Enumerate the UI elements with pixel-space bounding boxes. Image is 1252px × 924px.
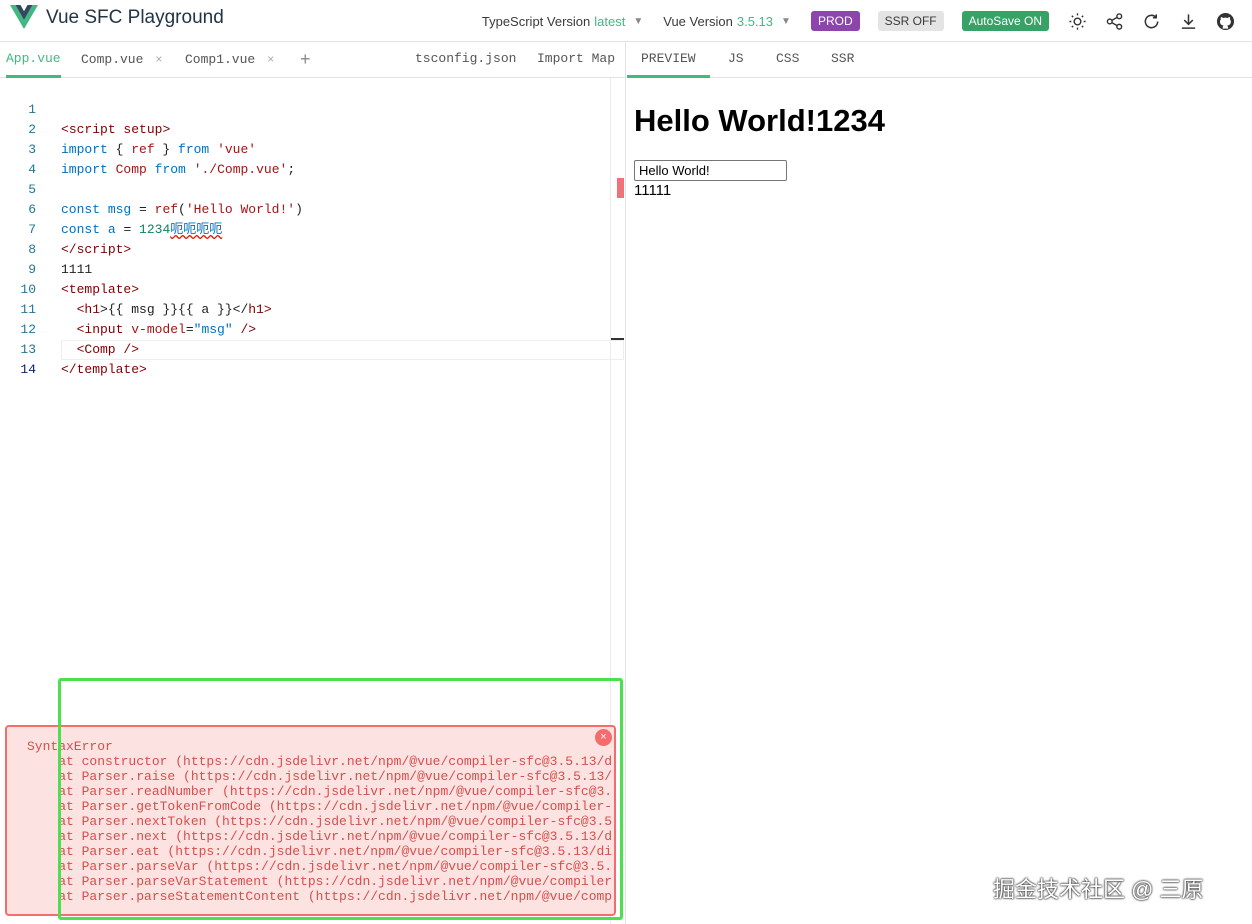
tab-import-map[interactable]: Import Map	[537, 42, 615, 78]
vue-version-value: 3.5.13	[736, 13, 774, 29]
tab-ssr[interactable]: SSR	[831, 42, 854, 78]
code-line: 1 <script setup>	[0, 80, 620, 137]
tab-preview[interactable]: PREVIEW	[627, 42, 710, 78]
preview-heading: Hello World!1234	[634, 103, 885, 138]
top-header: Vue SFC Playground TypeScript Version la…	[0, 0, 1252, 42]
vue-logo-icon	[10, 5, 38, 29]
tab-label: Comp.vue	[81, 52, 144, 67]
chevron-down-icon: ▼	[781, 15, 791, 27]
code-line: 13 </template>	[0, 320, 620, 377]
vue-version-label: Vue Version	[663, 13, 733, 29]
tab-css[interactable]: CSS	[776, 42, 799, 78]
close-icon[interactable]: ×	[155, 52, 162, 66]
line-number: 14	[20, 362, 36, 377]
typescript-version-label: TypeScript Version	[481, 13, 591, 29]
file-tabs: App.vue Comp.vue × Comp1.vue × + tsconfig.…	[0, 42, 626, 78]
preview-comp-text: 11111	[634, 182, 672, 199]
code-line: 9 <template>	[0, 240, 620, 297]
tab-comp1-vue[interactable]: Comp1.vue ×	[185, 42, 274, 78]
theme-toggle-icon[interactable]	[1067, 11, 1087, 31]
github-icon[interactable]	[1215, 11, 1235, 31]
code-line: 4	[0, 140, 620, 177]
highlight-annotation-box	[58, 678, 623, 920]
output-tabs: PREVIEW JS CSS SSR	[627, 42, 1252, 78]
watermark: 掘金技术社区 @ 三原	[993, 877, 1204, 902]
tab-comp-vue[interactable]: Comp.vue ×	[81, 42, 162, 78]
code-line: 5 const msg = ref('Hello World!')	[0, 160, 620, 217]
code-line: 12 <Comp />	[0, 300, 620, 357]
code-line: 11 <input v-model="msg" />	[0, 280, 620, 337]
code-line: 6 const a = 1234呃呃呃呃	[0, 180, 620, 237]
close-icon[interactable]: ×	[267, 52, 274, 66]
reload-icon[interactable]	[1141, 11, 1161, 31]
tab-js[interactable]: JS	[728, 42, 744, 78]
vue-version-select[interactable]: Vue Version 3.5.13 ▼	[663, 14, 791, 29]
code-line: 3 import Comp from './Comp.vue';	[0, 120, 620, 177]
code-line: 14	[0, 340, 620, 377]
prod-toggle-button[interactable]: PROD	[810, 11, 860, 31]
code-line: 2 import { ref } from 'vue'	[0, 100, 620, 157]
output-pane: PREVIEW JS CSS SSR Hello World!1234 1111…	[627, 42, 1252, 924]
autosave-toggle-button[interactable]: AutoSave ON	[961, 11, 1049, 31]
typescript-version-select[interactable]: TypeScript Version latest ▼	[482, 14, 643, 29]
preview-message-input[interactable]	[634, 160, 787, 181]
tab-label: App.vue	[6, 51, 61, 66]
tab-label: Comp1.vue	[185, 52, 256, 67]
typescript-version-value: latest	[594, 13, 626, 29]
add-file-button[interactable]: +	[300, 42, 311, 78]
ssr-toggle-button[interactable]: SSR OFF	[877, 11, 944, 31]
download-icon[interactable]	[1178, 11, 1198, 31]
code-line: 10 <h1>{{ msg }}{{ a }}</h1>	[0, 260, 620, 317]
tab-app-vue[interactable]: App.vue	[6, 42, 61, 78]
app-title: Vue SFC Playground	[46, 7, 224, 28]
chevron-down-icon: ▼	[633, 15, 644, 27]
code-line: 7 </script>	[0, 200, 620, 257]
share-icon[interactable]	[1104, 11, 1124, 31]
code-line: 8 1111	[0, 220, 620, 277]
tab-tsconfig[interactable]: tsconfig.json	[415, 42, 516, 78]
